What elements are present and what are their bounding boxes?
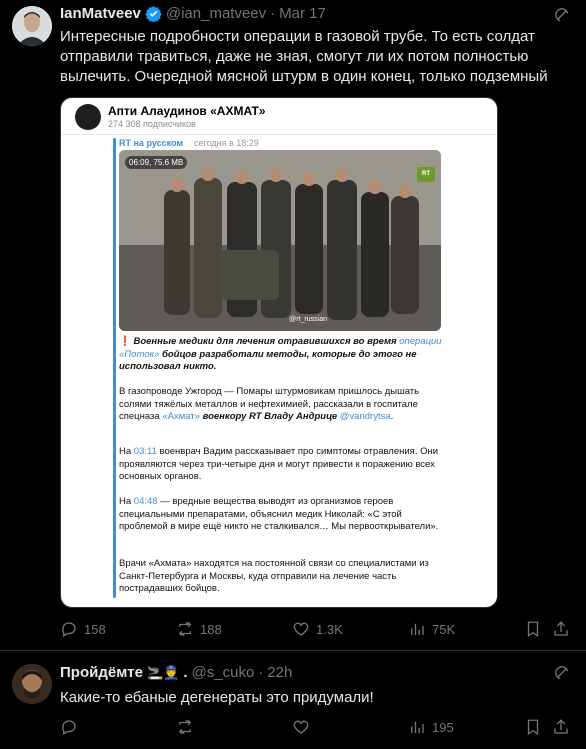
reply-button[interactable]: 158 bbox=[60, 620, 106, 638]
forward-bar bbox=[113, 138, 116, 598]
share-button[interactable] bbox=[552, 718, 570, 736]
video-badge: 06:09, 75.6 MB bbox=[125, 156, 188, 169]
message-paragraph-3: На 03:11 военврач Вадим рассказывает про… bbox=[119, 446, 444, 484]
like-icon bbox=[293, 622, 309, 636]
avatar-photo bbox=[12, 6, 52, 46]
grok-icon[interactable] bbox=[552, 664, 572, 682]
repost-count: 188 bbox=[200, 621, 222, 637]
text-span: На bbox=[119, 446, 134, 457]
message-paragraph-2: В газопроводе Ужгород — Помары штурмовик… bbox=[119, 386, 444, 424]
views-count: 195 bbox=[432, 719, 454, 735]
text-span: Военные медики для лечения отравившихся … bbox=[130, 336, 400, 347]
action-bar: 195 bbox=[60, 718, 570, 738]
mention-link[interactable]: @vandrytsa bbox=[340, 411, 391, 422]
views-button[interactable]: 75K bbox=[408, 620, 455, 638]
tweet-text: Какие-то ебаные дегенераты это придумали… bbox=[60, 689, 374, 706]
grok-icon[interactable] bbox=[552, 6, 572, 24]
name-dot: . bbox=[183, 664, 188, 681]
avatar[interactable] bbox=[12, 6, 52, 46]
tweet-header: Пройдёмте 🚬👮 . @s_cuko · 22h bbox=[60, 664, 292, 681]
avatar-photo bbox=[12, 664, 52, 704]
views-count: 75K bbox=[432, 621, 456, 637]
text-span: . bbox=[390, 411, 394, 422]
author-handle[interactable]: @s_cuko bbox=[192, 664, 255, 681]
views-icon bbox=[411, 721, 424, 733]
embedded-screenshot[interactable]: Апти Алаудинов «АХМАТ» 274 308 подписчик… bbox=[60, 97, 498, 608]
message-paragraph-4: На 04:48 — вредные вещества выводят из о… bbox=[119, 496, 444, 534]
timestamp-link[interactable]: 04:48 bbox=[134, 496, 158, 507]
author-handle[interactable]: @ian_matveev bbox=[166, 5, 266, 22]
forward-time: сегодня в 18:29 bbox=[194, 138, 259, 148]
divider bbox=[61, 134, 497, 135]
share-button[interactable] bbox=[552, 620, 570, 638]
exclamation-icon: ❗ bbox=[119, 336, 131, 347]
repost-button[interactable]: 188 bbox=[176, 620, 222, 638]
text-span: военврач Вадим рассказывает про симптомы… bbox=[119, 446, 439, 482]
repost-button[interactable] bbox=[176, 718, 200, 736]
message-paragraph-5: Врачи «Ахмата» находятся на постоянной с… bbox=[119, 558, 429, 594]
views-button[interactable]: 195 bbox=[408, 718, 454, 736]
bookmark-button[interactable] bbox=[524, 718, 542, 736]
channel-name: Апти Алаудинов «АХМАТ» bbox=[108, 104, 266, 118]
views-icon bbox=[411, 623, 424, 635]
verified-badge-icon bbox=[145, 6, 162, 22]
separator-dot: · bbox=[258, 664, 264, 681]
video-thumbnail: 06:09, 75.6 MB RT @rt_russian bbox=[119, 150, 441, 331]
tweet-header: IanMatveev @ian_matveev · Mar 17 bbox=[60, 5, 326, 22]
name-emojis: 🚬👮 bbox=[146, 664, 180, 680]
text-span: бойцов разработали методы, которые до эт… bbox=[119, 348, 417, 373]
like-button[interactable] bbox=[292, 718, 316, 736]
channel-avatar bbox=[75, 104, 101, 130]
reply-count: 158 bbox=[84, 621, 106, 637]
text-span: — вредные вещества выводят из организмов… bbox=[119, 496, 439, 532]
repost-icon bbox=[178, 621, 192, 637]
like-icon bbox=[293, 720, 309, 734]
avatar[interactable] bbox=[12, 664, 52, 704]
reply-button[interactable] bbox=[60, 718, 84, 736]
bookmark-icon bbox=[527, 719, 539, 736]
rt-logo: RT bbox=[417, 167, 435, 182]
share-icon bbox=[554, 719, 568, 734]
repost-icon bbox=[178, 719, 192, 735]
forward-source: RT на русском bbox=[119, 138, 184, 148]
tweet-text: Интересные подробности операции в газово… bbox=[60, 28, 548, 85]
timestamp-link[interactable]: 03:11 bbox=[134, 446, 157, 457]
text-span: военкору RT Владу Андрице bbox=[199, 411, 338, 422]
action-bar: 158 188 1.3K 75K bbox=[60, 620, 570, 640]
tweet-1[interactable]: IanMatveev @ian_matveev · Mar 17 Интерес… bbox=[0, 0, 586, 651]
bookmark-icon bbox=[527, 621, 539, 638]
share-icon bbox=[554, 621, 568, 636]
reply-icon bbox=[62, 622, 76, 637]
bookmark-button[interactable] bbox=[524, 620, 542, 638]
separator-dot: · bbox=[270, 5, 276, 22]
like-count: 1.3K bbox=[316, 621, 343, 637]
author-name[interactable]: IanMatveev bbox=[60, 5, 141, 22]
message-paragraph-1: ❗ Военные медики для лечения отравившихс… bbox=[119, 336, 444, 374]
watermark: @rt_russian bbox=[289, 316, 327, 323]
post-date[interactable]: 22h bbox=[267, 664, 292, 681]
text-span: На bbox=[119, 496, 134, 507]
soldiers-photo bbox=[119, 150, 441, 331]
reply-icon bbox=[62, 720, 76, 735]
post-date[interactable]: Mar 17 bbox=[279, 5, 326, 22]
author-name[interactable]: Пройдёмте bbox=[60, 664, 143, 681]
channel-subscribers: 274 308 подписчиков bbox=[108, 119, 196, 129]
tweet-separator bbox=[0, 650, 586, 651]
like-button[interactable]: 1.3K bbox=[292, 620, 343, 638]
hashtag-link[interactable]: «Ахмат» bbox=[162, 411, 200, 422]
